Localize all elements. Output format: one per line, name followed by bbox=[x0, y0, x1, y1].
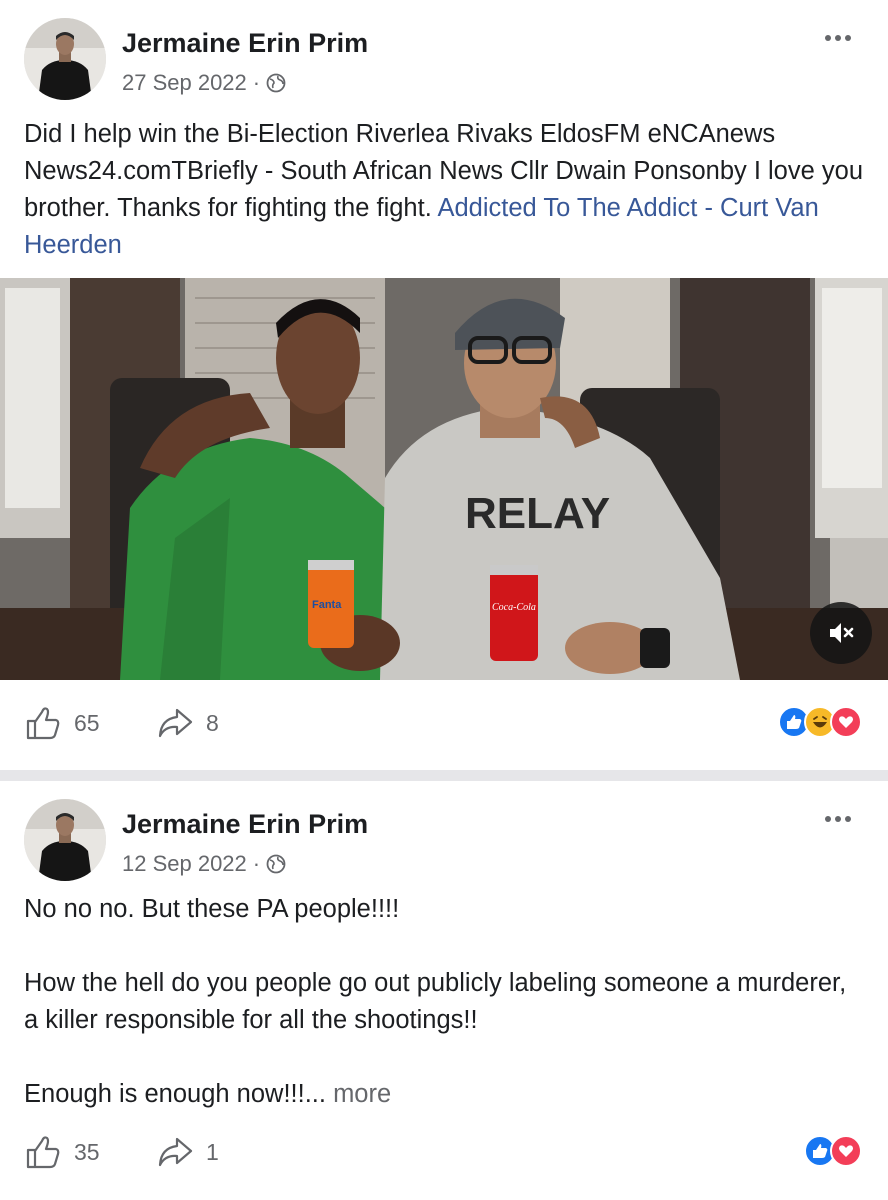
shirt-print: RELAY bbox=[465, 489, 610, 538]
post-actions: 65 8 bbox=[24, 704, 864, 744]
post-paragraph-last: Enough is enough now!!!... more bbox=[24, 1076, 864, 1113]
share-button[interactable]: 1 bbox=[156, 1133, 219, 1171]
like-button[interactable]: 35 bbox=[24, 1133, 100, 1171]
feed-post: Jermaine Erin Prim 12 Sep 2022 · No no n… bbox=[0, 781, 888, 1200]
love-reaction-icon bbox=[830, 706, 862, 738]
post-date[interactable]: 12 Sep 2022 bbox=[122, 851, 247, 877]
post-paragraph: No no no. But these PA people!!!! bbox=[24, 895, 400, 923]
post-paragraph: How the hell do you people go out public… bbox=[24, 969, 847, 1034]
video-frame: RELAY Fanta Coca-Cola bbox=[0, 278, 888, 680]
post-date[interactable]: 27 Sep 2022 bbox=[122, 70, 247, 96]
thumbs-up-icon bbox=[26, 1136, 60, 1169]
globe-icon bbox=[266, 73, 286, 93]
like-count: 65 bbox=[74, 709, 100, 736]
author-name[interactable]: Jermaine Erin Prim bbox=[122, 809, 368, 840]
like-button[interactable]: 65 bbox=[24, 704, 100, 742]
muted-speaker-icon[interactable] bbox=[810, 602, 872, 664]
can-right-label: Coca-Cola bbox=[492, 602, 536, 613]
avatar[interactable] bbox=[24, 18, 106, 100]
post-text: Did I help win the Bi-Election Riverlea … bbox=[24, 116, 864, 264]
meta-separator: · bbox=[252, 851, 261, 876]
post-actions: 35 1 bbox=[24, 1133, 864, 1173]
share-count: 1 bbox=[206, 1138, 219, 1165]
reactions-summary[interactable] bbox=[778, 706, 862, 740]
like-count: 35 bbox=[74, 1138, 100, 1165]
post-divider bbox=[0, 770, 888, 781]
globe-icon bbox=[266, 854, 286, 874]
more-options-icon[interactable] bbox=[818, 807, 858, 831]
share-icon bbox=[158, 708, 193, 738]
avatar[interactable] bbox=[24, 799, 106, 881]
video-player[interactable]: RELAY Fanta Coca-Cola bbox=[0, 278, 888, 680]
see-more-link[interactable]: more bbox=[333, 1080, 391, 1108]
share-count: 8 bbox=[206, 709, 219, 736]
post-meta: 27 Sep 2022 · bbox=[122, 70, 286, 96]
reactions-summary[interactable] bbox=[804, 1135, 862, 1169]
meta-separator: · bbox=[252, 70, 261, 95]
post-meta: 12 Sep 2022 · bbox=[122, 851, 286, 877]
love-reaction-icon bbox=[830, 1135, 862, 1167]
post-header: Jermaine Erin Prim 27 Sep 2022 · bbox=[24, 18, 864, 104]
share-button[interactable]: 8 bbox=[156, 704, 219, 742]
thumbs-up-icon bbox=[26, 707, 60, 740]
share-icon bbox=[158, 1137, 193, 1167]
can-left-label: Fanta bbox=[312, 599, 342, 611]
author-name[interactable]: Jermaine Erin Prim bbox=[122, 28, 368, 59]
post-paragraph-text: Enough is enough now!!!... bbox=[24, 1080, 334, 1108]
post-header: Jermaine Erin Prim 12 Sep 2022 · bbox=[24, 799, 864, 885]
post-text: No no no. But these PA people!!!! How th… bbox=[24, 891, 864, 1113]
more-options-icon[interactable] bbox=[818, 26, 858, 50]
feed-post: Jermaine Erin Prim 27 Sep 2022 · Did I h… bbox=[0, 0, 888, 770]
